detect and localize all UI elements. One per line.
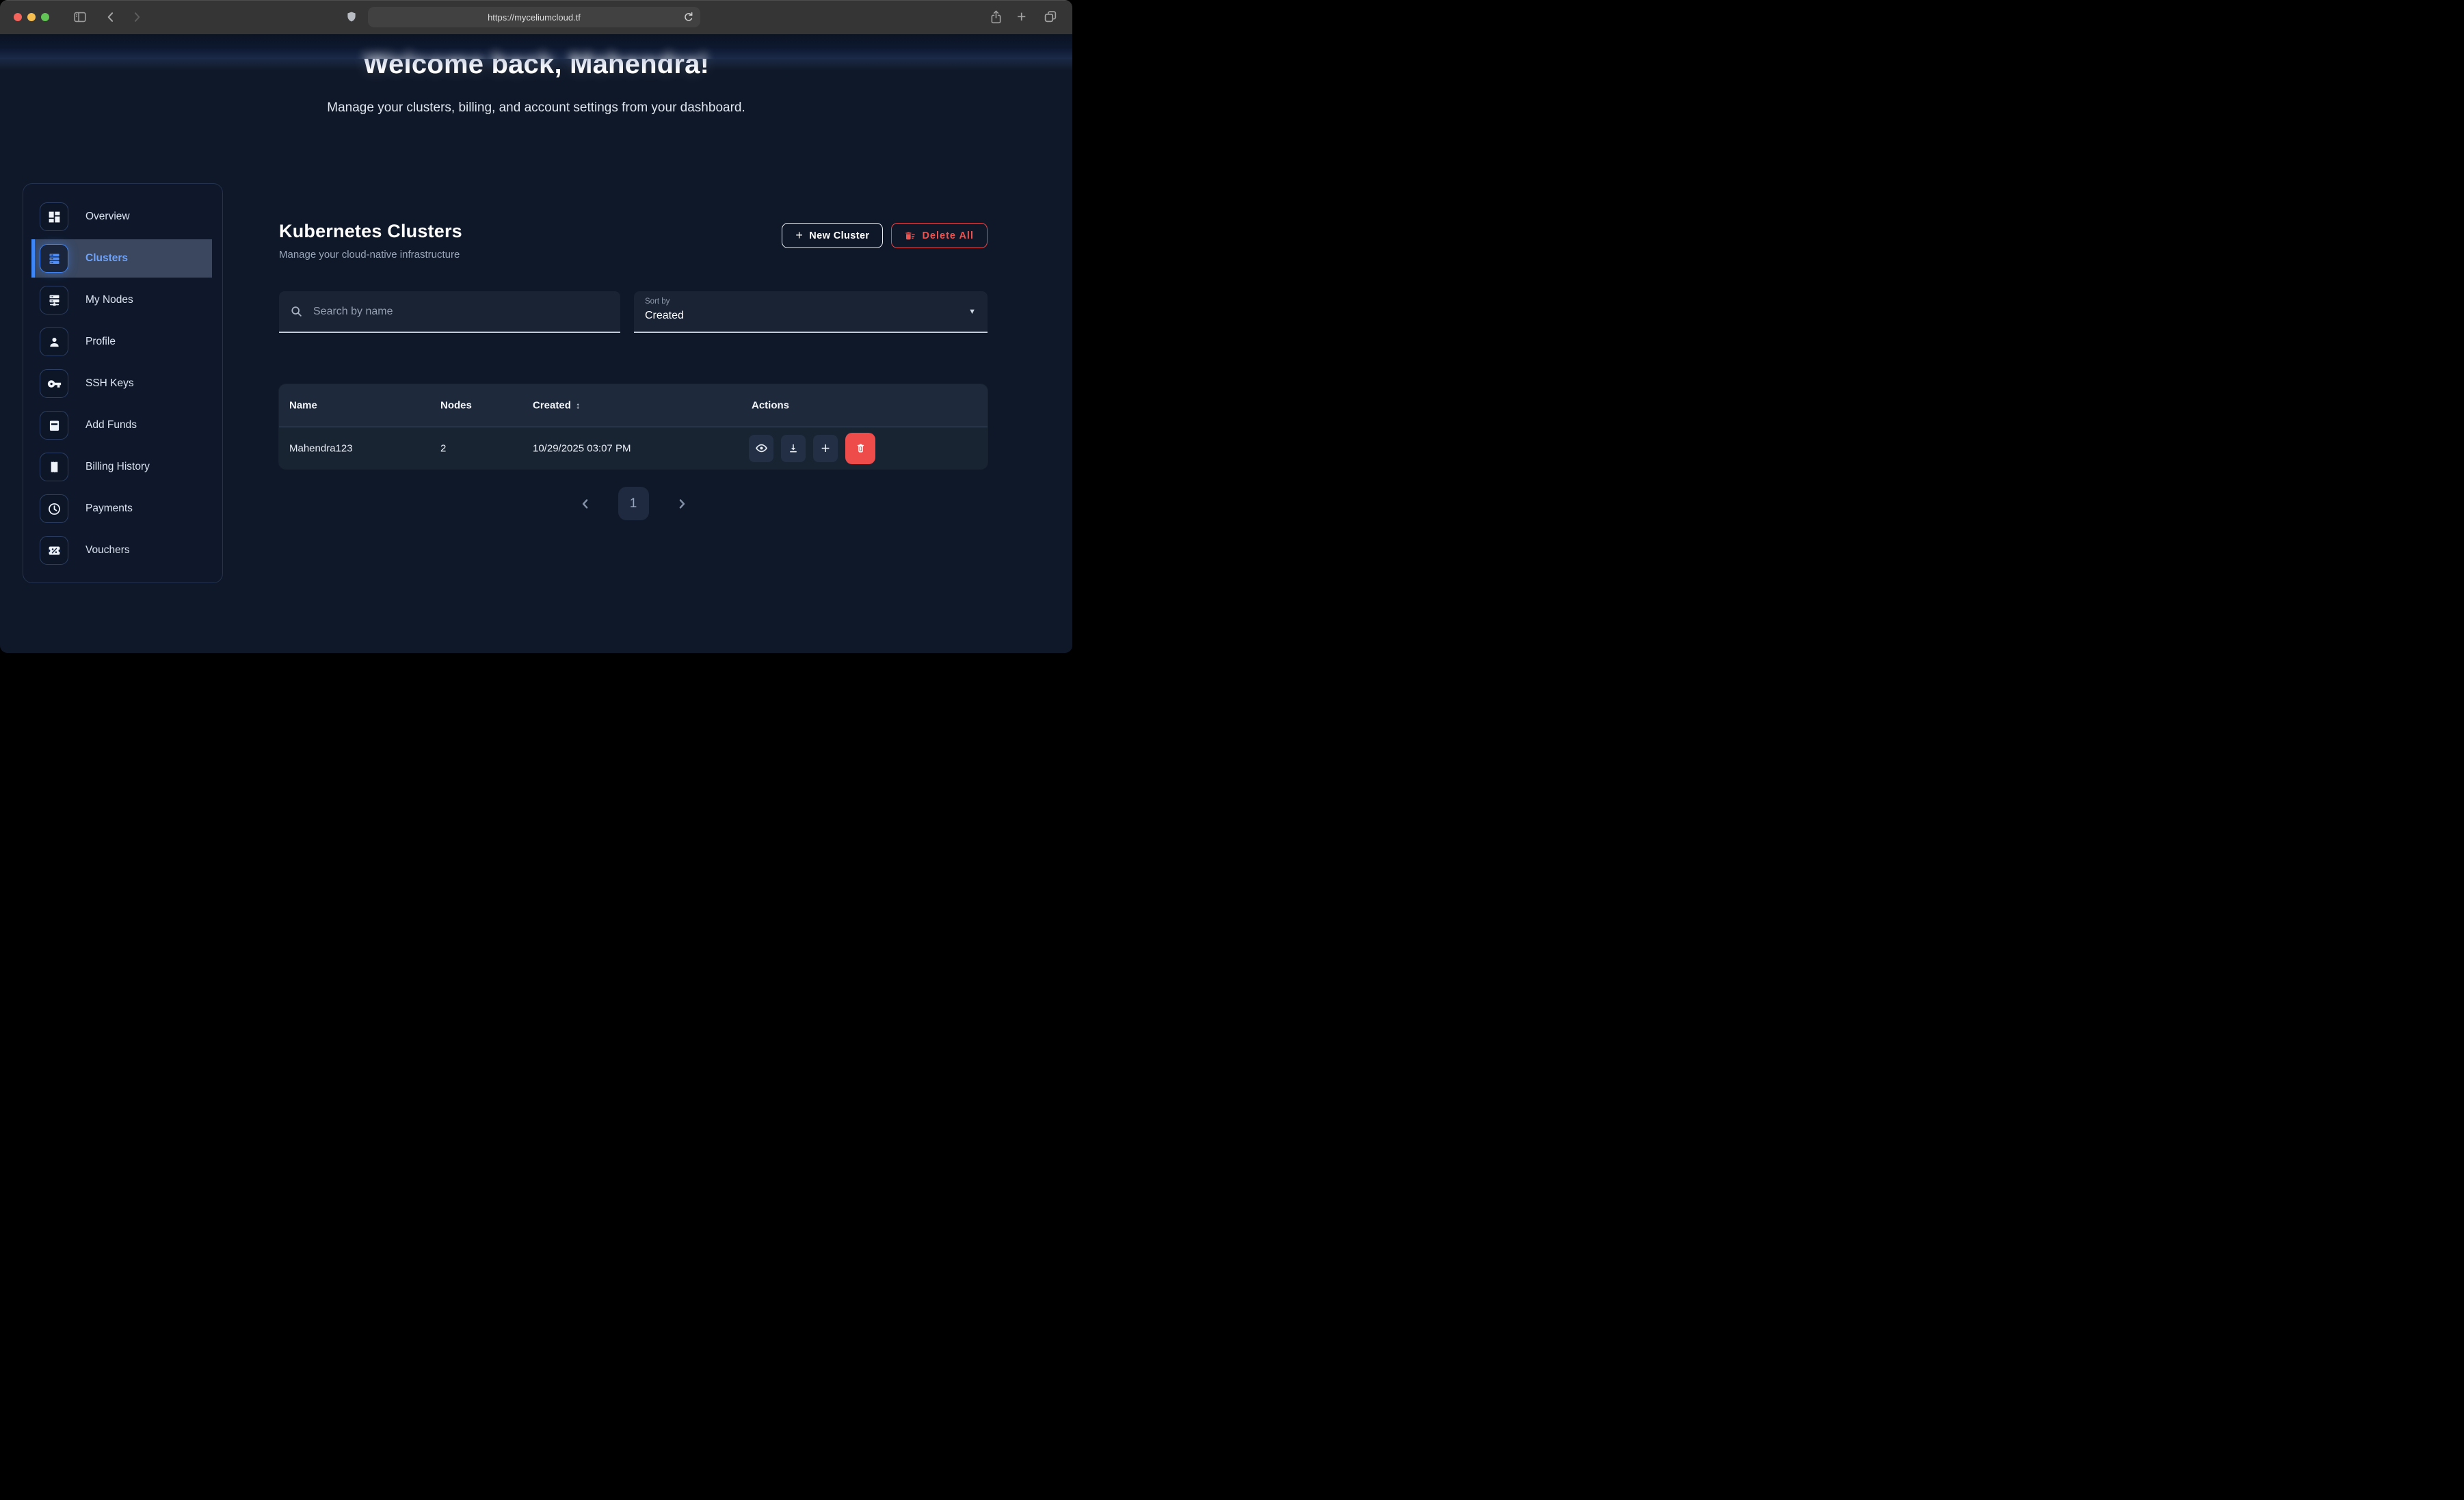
back-icon[interactable] [104,10,118,24]
sidebar-item-label: Billing History [85,461,150,473]
sidebar-item-label: Vouchers [85,544,130,557]
column-name: Name [289,400,317,412]
page-subtitle: Manage your cloud-native infrastructure [279,249,462,260]
page-title: Kubernetes Clusters [279,221,462,242]
browser-toolbar: https://myceliumcloud.tf + [0,0,1072,35]
sidebar-item-label: Overview [85,211,130,223]
reload-icon[interactable] [682,10,696,24]
plus-icon: + [795,228,803,243]
sidebar-item-vouchers[interactable]: Vouchers [36,536,211,565]
sidebar-item-my-nodes[interactable]: My Nodes [36,286,211,314]
top-glow [0,59,1072,71]
search-field[interactable] [279,291,620,333]
download-kubeconfig-button[interactable] [781,435,806,462]
sidebar-toggle-icon[interactable] [72,10,88,25]
delete-icon [854,442,867,455]
close-window-button[interactable] [14,13,22,21]
view-cluster-button[interactable] [749,435,773,462]
pagination: 1 [279,487,988,520]
sidebar-item-label: My Nodes [85,294,133,306]
sidebar-item-billing-history[interactable]: Billing History [36,453,211,481]
zoom-window-button[interactable] [41,13,49,21]
sidebar-item-payments[interactable]: Payments [36,494,211,523]
trash-sweep-icon [905,230,916,241]
address-url: https://myceliumcloud.tf [488,12,581,23]
chevron-down-icon: ▼ [968,308,976,316]
page-content: Welcome back, Mahendra! Welcome back, Ma… [0,34,1072,653]
plus-icon: + [821,441,830,456]
sidebar-item-label: Profile [85,336,116,348]
dashboard-sidebar: Overview Clusters [23,183,223,583]
column-created[interactable]: Created↕ [533,400,580,412]
top-blur-strip: Welcome back, Mahendra! [0,34,1072,59]
forward-icon[interactable] [130,10,144,24]
search-input[interactable] [312,305,610,319]
delete-cluster-button[interactable] [845,433,875,464]
cluster-name: Mahendra123 [289,442,353,454]
receipt-icon [40,453,68,481]
row-actions: + [749,433,875,464]
cluster-created: 10/29/2025 03:07 PM [533,442,631,454]
sort-by-label: Sort by [645,297,977,306]
nodes-icon [40,286,68,314]
sidebar-item-label: SSH Keys [85,377,134,390]
dashboard-icon [40,202,68,231]
chevron-right-icon[interactable] [675,497,689,511]
sort-by-select[interactable]: Sort by Created ▼ [634,291,988,333]
new-cluster-button[interactable]: + New Cluster [782,223,883,248]
hero-title-blur: Welcome back, Mahendra! [0,49,1072,59]
column-actions: Actions [752,400,789,412]
sidebar-item-label: Add Funds [85,419,137,431]
shield-icon[interactable] [345,10,358,25]
clusters-table: Name Nodes Created↕ Actions Mahendra123 … [279,384,988,469]
chevron-left-icon[interactable] [579,497,592,511]
table-row: Mahendra123 2 10/29/2025 03:07 PM + [279,427,988,469]
delete-all-button[interactable]: Delete All [891,223,988,248]
sort-vertical-icon: ↕ [576,401,581,411]
address-bar[interactable]: https://myceliumcloud.tf [368,7,700,27]
active-indicator-bar [31,239,35,278]
sidebar-item-overview[interactable]: Overview [36,202,211,231]
download-icon [787,442,799,455]
sort-by-value: Created [645,310,977,322]
cluster-nodes: 2 [440,442,446,454]
key-icon [40,369,68,398]
table-header: Name Nodes Created↕ Actions [279,384,988,427]
section-heading: Kubernetes Clusters Manage your cloud-na… [279,221,462,260]
column-nodes: Nodes [440,400,472,412]
hero-section: Welcome back, Mahendra! Welcome back, Ma… [0,34,1072,116]
share-icon[interactable] [989,9,1003,25]
header-actions: + New Cluster Delete All [782,223,988,248]
sidebar-item-clusters[interactable]: Clusters [36,244,211,273]
tabs-overview-icon[interactable] [1043,9,1058,24]
add-node-button[interactable]: + [813,435,838,462]
sidebar-item-ssh-keys[interactable]: SSH Keys [36,369,211,398]
sidebar-item-label: Clusters [85,252,128,265]
page-number-button[interactable]: 1 [618,487,649,520]
welcome-subtitle: Manage your clusters, billing, and accou… [0,101,1072,116]
sidebar-item-label: Payments [85,503,133,515]
clock-icon [40,494,68,523]
minimize-window-button[interactable] [27,13,36,21]
sidebar-item-profile[interactable]: Profile [36,327,211,356]
search-icon [289,304,304,319]
profile-icon [40,327,68,356]
view-icon [755,442,768,455]
wallet-icon [40,411,68,440]
browser-window: https://myceliumcloud.tf + [0,0,1072,653]
sidebar-item-add-funds[interactable]: Add Funds [36,411,211,440]
new-tab-icon[interactable]: + [1017,7,1026,26]
voucher-icon [40,536,68,565]
clusters-icon [40,244,68,273]
